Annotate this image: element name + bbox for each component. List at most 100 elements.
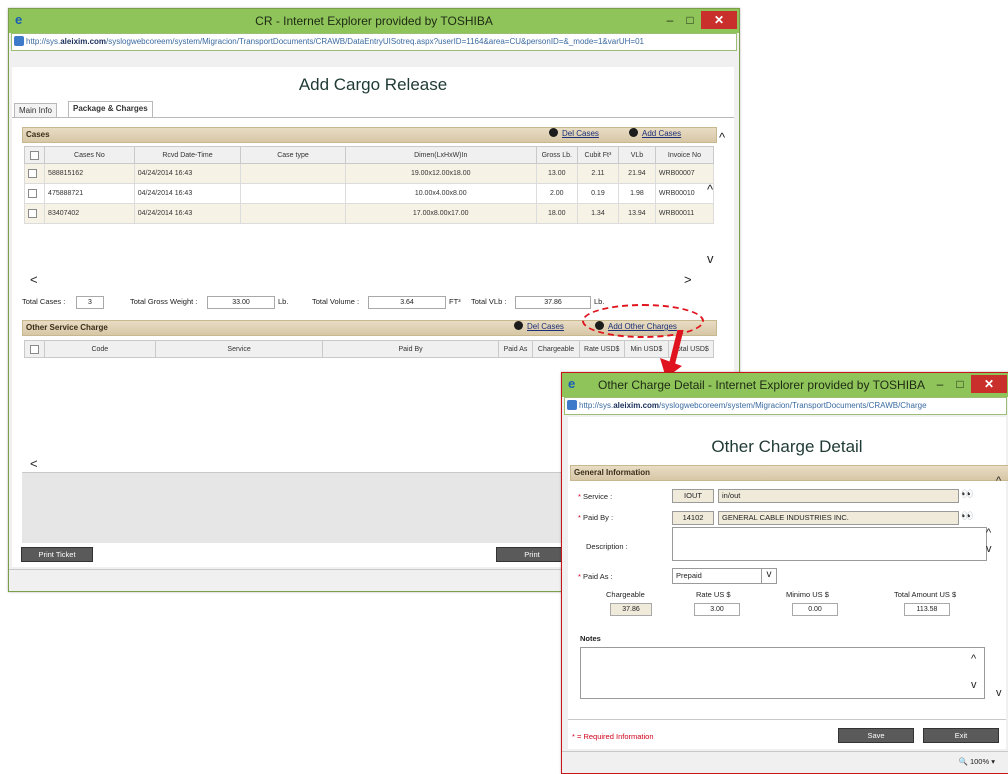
description-textarea[interactable] bbox=[672, 527, 987, 561]
col-header[interactable]: Cases No bbox=[44, 146, 135, 164]
col-header[interactable]: Code bbox=[43, 340, 156, 358]
col-header[interactable]: Paid As bbox=[497, 340, 534, 358]
detail-status-bar: 🔍 100% ▾ bbox=[562, 751, 1008, 770]
paid-by-code-field[interactable]: 14102 bbox=[672, 511, 714, 525]
address-host: aleixim.com bbox=[60, 37, 107, 46]
col-header[interactable]: Dimen(LxHxW)In bbox=[344, 146, 537, 164]
scroll-up-arrow-icon[interactable]: ^ bbox=[719, 131, 725, 144]
vlb-unit-label: Lb. bbox=[594, 297, 605, 306]
detail-content: Other Charge Detail General Information … bbox=[568, 417, 1008, 749]
table-cell: 475888721 bbox=[44, 183, 135, 204]
binoculars-search-icon[interactable]: 👀 bbox=[961, 512, 973, 522]
service-label-text: Service : bbox=[583, 492, 613, 501]
notes-textarea[interactable] bbox=[580, 647, 985, 699]
paid-by-name-field[interactable]: GENERAL CABLE INDUSTRIES INC. bbox=[718, 511, 959, 525]
total-volume-label: Total Volume : bbox=[312, 297, 360, 306]
del-cases-label: Del Cases bbox=[562, 129, 599, 138]
col-header[interactable]: Cubit Ft³ bbox=[576, 146, 619, 164]
detail-address-bar[interactable]: http://sys.aleixim.com/syslogwebcoreem/s… bbox=[564, 397, 1007, 415]
scroll-down-arrow-icon[interactable]: v bbox=[986, 543, 992, 556]
chargeable-field: 37.86 bbox=[610, 603, 652, 616]
footer-divider bbox=[568, 719, 1006, 720]
cases-section-header: Cases bbox=[22, 127, 717, 143]
col-header[interactable]: Rcvd Date-Time bbox=[133, 146, 242, 164]
col-header[interactable]: Chargeable bbox=[532, 340, 580, 358]
col-header[interactable]: Paid By bbox=[322, 340, 499, 358]
print-ticket-button[interactable]: Print Ticket bbox=[21, 547, 93, 562]
table-cell: 13.00 bbox=[535, 163, 578, 184]
service-name-field[interactable]: in/out bbox=[718, 489, 959, 503]
total-vlb-label: Total VLb : bbox=[471, 297, 507, 306]
zoom-icon: 🔍 bbox=[958, 757, 968, 766]
select-all-checkbox[interactable] bbox=[23, 146, 46, 164]
scroll-right-arrow-icon[interactable]: > bbox=[684, 273, 692, 286]
row-checkbox[interactable] bbox=[23, 163, 46, 184]
table-row[interactable]: 588815162 04/24/2014 16:43 19.00x12.00x1… bbox=[23, 163, 715, 184]
other-charges-header-label: Other Service Charge bbox=[26, 323, 108, 332]
scroll-left-arrow-icon[interactable]: < bbox=[30, 273, 38, 286]
main-title-bar: e CR - Internet Explorer provided by TOS… bbox=[9, 9, 739, 33]
paid-as-label: * Paid As : bbox=[578, 572, 613, 581]
scroll-down-arrow-icon[interactable]: v bbox=[707, 252, 714, 265]
print-button[interactable]: Print bbox=[496, 547, 568, 562]
add-circle-icon bbox=[629, 128, 638, 138]
chevron-down-icon[interactable]: v bbox=[761, 569, 776, 583]
close-button[interactable]: ✕ bbox=[701, 11, 737, 29]
checkbox-icon bbox=[29, 344, 39, 354]
col-header[interactable]: Case type bbox=[240, 146, 346, 164]
required-info-note: * = Required Information bbox=[572, 732, 654, 741]
add-cases-button[interactable]: Add Cases bbox=[629, 128, 681, 140]
tab-package-charges[interactable]: Package & Charges bbox=[68, 101, 153, 117]
exit-button[interactable]: Exit bbox=[923, 728, 999, 743]
scroll-up-arrow-icon[interactable]: ^ bbox=[986, 527, 991, 540]
page-scroll-down-icon[interactable]: v bbox=[996, 687, 1002, 700]
service-code-field[interactable]: IOUT bbox=[672, 489, 714, 503]
maximize-button[interactable]: □ bbox=[679, 11, 701, 29]
col-header[interactable]: Rate USD$ bbox=[578, 340, 625, 358]
tab-main-info[interactable]: Main Info bbox=[14, 103, 57, 117]
zoom-level[interactable]: 🔍 100% ▾ bbox=[959, 756, 995, 767]
table-cell: 0.19 bbox=[576, 183, 619, 204]
cases-table: Cases No Rcvd Date-Time Case type Dimen(… bbox=[23, 146, 715, 224]
table-cell bbox=[240, 163, 346, 184]
page-icon bbox=[567, 400, 577, 410]
minimize-button[interactable]: – bbox=[929, 375, 951, 393]
table-cell: 19.00x12.00x18.00 bbox=[344, 163, 537, 184]
col-header[interactable]: Invoice No bbox=[654, 146, 715, 164]
table-row[interactable]: 83407402 04/24/2014 16:43 17.00x8.00x17.… bbox=[23, 203, 715, 224]
save-button[interactable]: Save bbox=[838, 728, 914, 743]
maximize-button[interactable]: □ bbox=[949, 375, 971, 393]
close-button[interactable]: ✕ bbox=[971, 375, 1007, 393]
row-checkbox[interactable] bbox=[23, 183, 46, 204]
binoculars-search-icon[interactable]: 👀 bbox=[961, 490, 973, 500]
table-cell: WRB00011 bbox=[654, 203, 715, 224]
rate-label: Rate US $ bbox=[696, 590, 731, 599]
main-window-title: CR - Internet Explorer provided by TOSHI… bbox=[255, 14, 493, 28]
row-checkbox[interactable] bbox=[23, 203, 46, 224]
total-amount-label: Total Amount US $ bbox=[894, 590, 957, 599]
page-scroll-up-icon[interactable]: ^ bbox=[996, 475, 1001, 488]
col-header[interactable]: VLb bbox=[617, 146, 656, 164]
scroll-down-arrow-icon[interactable]: v bbox=[971, 679, 977, 692]
address-path: /syslogwebcoreem/system/Migracion/Transp… bbox=[106, 37, 644, 46]
del-other-cases-button[interactable]: Del Cases bbox=[514, 321, 564, 333]
scroll-left-arrow-icon[interactable]: < bbox=[30, 457, 38, 470]
checkbox-icon bbox=[28, 189, 37, 198]
select-all-checkbox[interactable] bbox=[24, 340, 45, 358]
minimo-field[interactable]: 0.00 bbox=[792, 603, 838, 616]
table-row[interactable]: 475888721 04/24/2014 16:43 10.00x4.00x8.… bbox=[23, 183, 715, 204]
table-cell bbox=[240, 203, 346, 224]
table-cell: 17.00x8.00x17.00 bbox=[344, 203, 537, 224]
rate-field[interactable]: 3.00 bbox=[694, 603, 740, 616]
minimize-button[interactable]: – bbox=[659, 11, 681, 29]
delete-circle-icon bbox=[514, 321, 523, 331]
paid-as-select[interactable]: Prepaid v bbox=[672, 568, 777, 584]
scroll-up-arrow-icon[interactable]: ^ bbox=[971, 653, 976, 666]
del-cases-button[interactable]: Del Cases bbox=[549, 128, 599, 140]
main-address-bar[interactable]: http://sys.aleixim.com/syslogwebcoreem/s… bbox=[11, 33, 737, 51]
cases-header-label: Cases bbox=[26, 130, 50, 139]
col-header[interactable]: Service bbox=[154, 340, 324, 358]
chargeable-label: Chargeable bbox=[606, 590, 645, 599]
col-header[interactable]: Gross Lb. bbox=[535, 146, 578, 164]
scroll-up-arrow-icon[interactable]: ^ bbox=[707, 183, 713, 196]
